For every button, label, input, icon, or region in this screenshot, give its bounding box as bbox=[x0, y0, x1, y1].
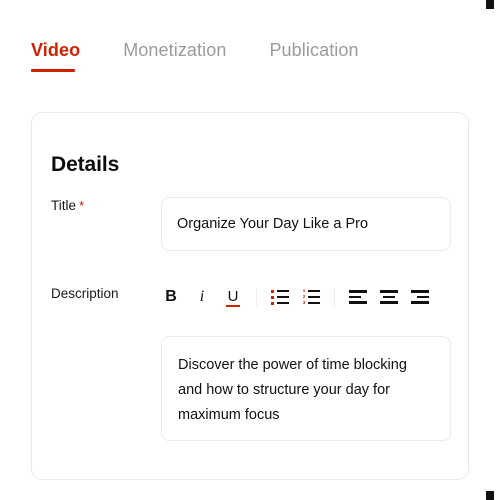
details-card: Details Title * Organize Your Day Like a … bbox=[31, 112, 469, 480]
tab-publication[interactable]: Publication bbox=[269, 40, 358, 75]
underline-glyph: U bbox=[227, 287, 239, 305]
description-textarea[interactable]: Discover the power of time blocking and … bbox=[161, 336, 451, 441]
title-input[interactable]: Organize Your Day Like a Pro bbox=[161, 197, 451, 251]
toolbar-separator-2 bbox=[334, 287, 335, 307]
title-field-label: Title * bbox=[51, 198, 84, 213]
required-asterisk: * bbox=[79, 198, 85, 213]
toolbar-group-lists: 1 2 3 bbox=[270, 286, 321, 308]
italic-glyph: i bbox=[199, 288, 205, 305]
toolbar-group-text-style: B i U bbox=[161, 286, 243, 308]
bold-glyph: B bbox=[165, 288, 177, 305]
align-right-glyph bbox=[411, 290, 429, 304]
tab-bar: Video Monetization Publication bbox=[31, 40, 359, 75]
list-number-3: 3 bbox=[302, 300, 306, 305]
align-center-icon[interactable] bbox=[379, 286, 399, 308]
tab-video[interactable]: Video bbox=[31, 40, 80, 75]
bulleted-list-icon[interactable] bbox=[270, 286, 290, 308]
description-field-label: Description bbox=[51, 286, 119, 301]
align-left-icon[interactable] bbox=[348, 286, 368, 308]
underline-icon[interactable]: U bbox=[223, 286, 243, 308]
align-right-icon[interactable] bbox=[410, 286, 430, 308]
viewport-corner-marker-top-right bbox=[486, 0, 494, 9]
title-label-text: Title bbox=[51, 198, 77, 213]
tab-monetization[interactable]: Monetization bbox=[123, 40, 226, 75]
description-textarea-value: Discover the power of time blocking and … bbox=[178, 357, 407, 423]
viewport-corner-marker-bottom-right bbox=[486, 491, 494, 500]
numbered-list-glyph: 1 2 3 bbox=[302, 288, 320, 305]
rich-text-toolbar: B i U 1 2 3 bbox=[161, 281, 451, 313]
card-title: Details bbox=[51, 153, 120, 177]
bold-icon[interactable]: B bbox=[161, 286, 181, 308]
list-number-1: 1 bbox=[302, 288, 306, 293]
italic-icon[interactable]: i bbox=[192, 286, 212, 308]
description-label-text: Description bbox=[51, 286, 119, 301]
numbered-list-icon[interactable]: 1 2 3 bbox=[301, 286, 321, 308]
list-number-2: 2 bbox=[302, 294, 306, 299]
title-input-value: Organize Your Day Like a Pro bbox=[177, 216, 369, 232]
bulleted-list-glyph bbox=[271, 289, 289, 305]
toolbar-group-alignment bbox=[348, 286, 430, 308]
tab-monetization-label: Monetization bbox=[123, 40, 227, 60]
align-left-glyph bbox=[349, 290, 367, 304]
tab-video-label: Video bbox=[31, 40, 81, 60]
align-center-glyph bbox=[380, 290, 398, 304]
toolbar-separator-1 bbox=[256, 287, 257, 307]
tab-publication-label: Publication bbox=[269, 40, 359, 60]
